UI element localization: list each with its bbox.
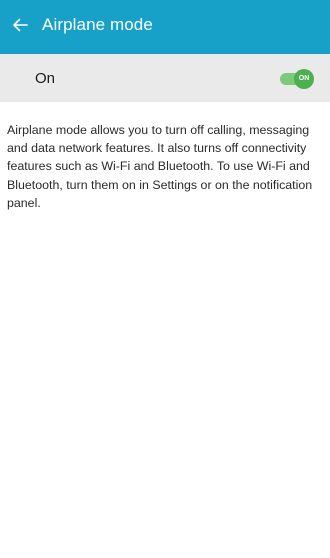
app-bar: Airplane mode xyxy=(0,0,330,54)
page-title: Airplane mode xyxy=(42,15,153,34)
airplane-mode-description: Airplane mode allows you to turn off cal… xyxy=(7,123,313,210)
airplane-mode-toggle-row[interactable]: On ON xyxy=(0,54,330,102)
switch-thumb: ON xyxy=(294,69,314,89)
toggle-state-label: On xyxy=(35,69,56,87)
airplane-mode-switch[interactable]: ON xyxy=(280,69,314,89)
back-arrow-icon[interactable] xyxy=(11,16,29,34)
